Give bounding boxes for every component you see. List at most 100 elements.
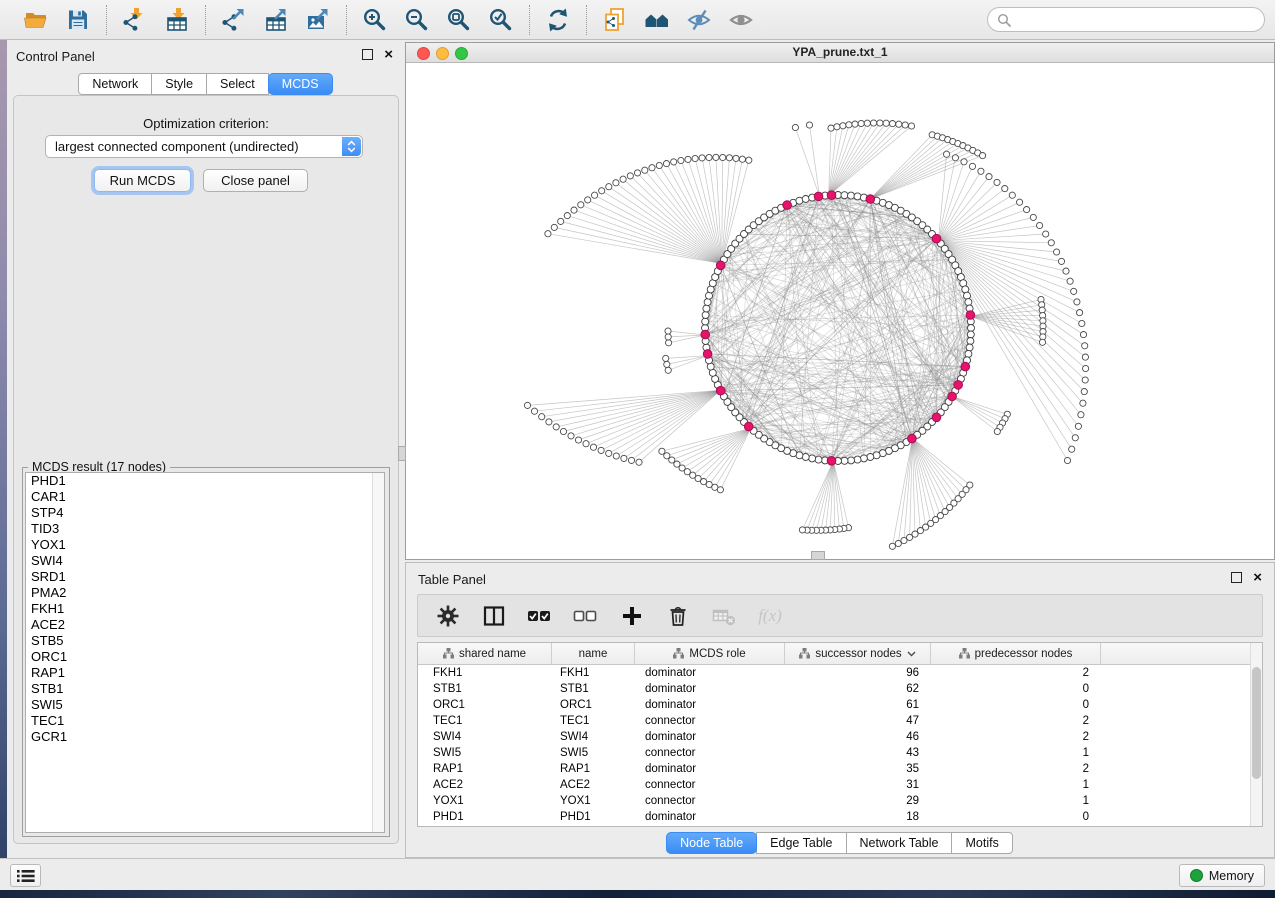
tab-node-table[interactable]: Node Table [666,832,757,854]
mcds-result-item[interactable]: STB5 [26,633,384,649]
run-mcds-button[interactable]: Run MCDS [94,169,191,192]
status-bar: Memory [0,858,1275,890]
mcds-result-item[interactable]: PHD1 [26,473,384,489]
tab-style[interactable]: Style [151,73,207,95]
column-header-predecessor-nodes[interactable]: predecessor nodes [931,643,1101,664]
tab-motifs[interactable]: Motifs [951,832,1012,854]
float-panel-icon[interactable] [362,49,373,60]
column-header-MCDS-role[interactable]: MCDS role [635,643,785,664]
task-history-button[interactable] [10,864,41,887]
first-neighbors-button[interactable] [638,4,676,36]
show-all-button[interactable] [722,4,760,36]
window-zoom-traffic-light[interactable] [455,47,468,60]
add-column-button[interactable] [619,603,645,629]
delete-column-button[interactable] [665,603,691,629]
import-network-button[interactable] [116,4,154,36]
search-input[interactable] [1017,12,1255,28]
tab-network-table[interactable]: Network Table [846,832,953,854]
mcds-result-item[interactable]: ACE2 [26,617,384,633]
toolbar-icon-groups [10,4,767,36]
mcds-result-item[interactable]: SWI5 [26,697,384,713]
close-panel-icon[interactable]: × [384,49,393,60]
dropdown-stepper-icon[interactable] [342,137,361,156]
tab-edge-table[interactable]: Edge Table [756,832,846,854]
duplicate-network-button[interactable] [596,4,634,36]
mcds-result-item[interactable]: TID3 [26,521,384,537]
cell-predecessor-nodes: 2 [931,763,1101,775]
zoom-selected-button[interactable] [482,4,520,36]
close-panel-button[interactable]: Close panel [203,169,308,192]
table-row-ACE2[interactable]: ACE2ACE2connector311 [418,777,1262,793]
table-scrollbar-thumb[interactable] [1252,667,1261,779]
table-row-ORC1[interactable]: ORC1ORC1dominator610 [418,697,1262,713]
select-all-button[interactable] [527,603,553,629]
mcds-list-scrollbar[interactable] [372,473,384,832]
export-table-button[interactable] [257,4,295,36]
export-network-button[interactable] [215,4,253,36]
mcds-result-item[interactable]: RAP1 [26,665,384,681]
float-table-panel-icon[interactable] [1231,572,1242,583]
export-image-button[interactable] [299,4,337,36]
tab-mcds[interactable]: MCDS [268,73,333,95]
column-header-successor-nodes[interactable]: successor nodes [785,643,931,664]
cell-successor-nodes: 31 [785,779,931,791]
zoom-fit-button[interactable] [440,4,478,36]
show-columns-button[interactable] [481,603,507,629]
tab-select[interactable]: Select [206,73,269,95]
mcds-result-item[interactable]: STB1 [26,681,384,697]
criterion-dropdown[interactable]: largest connected component (undirected) [45,135,363,158]
cell-predecessor-nodes: 1 [931,779,1101,791]
function-builder-button: f(x) [757,603,783,629]
refresh-button[interactable] [539,4,577,36]
table-row-STB1[interactable]: STB1STB1dominator620 [418,681,1262,697]
column-header-shared-name[interactable]: shared name [418,643,552,664]
hide-selected-button[interactable] [680,4,718,36]
mcds-result-list[interactable]: PHD1CAR1STP4TID3YOX1SWI4SRD1PMA2FKH1ACE2… [25,472,385,833]
close-table-panel-icon[interactable]: × [1253,572,1262,583]
table-scrollbar[interactable] [1250,643,1262,826]
mcds-result-item[interactable]: FKH1 [26,601,384,617]
function-builder-icon: f(x) [758,606,782,626]
mcds-result-item[interactable]: CAR1 [26,489,384,505]
mcds-result-groupbox: MCDS result (17 nodes) PHD1CAR1STP4TID3Y… [22,467,390,837]
zoom-in-button[interactable] [356,4,394,36]
mcds-result-item[interactable]: YOX1 [26,537,384,553]
column-header-label: name [579,648,608,660]
open-file-button[interactable] [17,4,55,36]
window-minimize-traffic-light[interactable] [436,47,449,60]
network-canvas[interactable] [406,62,1274,559]
first-neighbors-icon [644,7,670,33]
vertical-splitter-handle[interactable] [398,446,406,461]
network-window-titlebar[interactable]: YPA_prune.txt_1 [406,43,1274,63]
cell-predecessor-nodes: 2 [931,731,1101,743]
tab-network[interactable]: Network [78,73,152,95]
hide-selected-icon [686,7,712,33]
table-row-PHD1[interactable]: PHD1PHD1dominator180 [418,809,1262,825]
table-row-SWI5[interactable]: SWI5SWI5connector431 [418,745,1262,761]
table-row-FKH1[interactable]: FKH1FKH1dominator962 [418,665,1262,681]
save-session-button[interactable] [59,4,97,36]
node-table[interactable]: shared name name MCDS rolesuccessor nodesp… [417,642,1263,827]
mcds-result-item[interactable]: ORC1 [26,649,384,665]
window-close-traffic-light[interactable] [417,47,430,60]
search-box[interactable] [987,7,1265,32]
memory-button[interactable]: Memory [1179,864,1265,887]
mcds-result-item[interactable]: TEC1 [26,713,384,729]
horizontal-splitter-handle[interactable] [811,551,825,560]
attribute-tree-icon [959,648,970,659]
table-row-TEC1[interactable]: TEC1TEC1connector472 [418,713,1262,729]
zoom-out-button[interactable] [398,4,436,36]
import-table-button[interactable] [158,4,196,36]
mcds-result-item[interactable]: PMA2 [26,585,384,601]
table-row-RAP1[interactable]: RAP1RAP1dominator352 [418,761,1262,777]
deselect-all-button[interactable] [573,603,599,629]
network-window-title: YPA_prune.txt_1 [792,45,887,59]
column-header-name[interactable]: name [552,643,635,664]
table-mode-gear-button[interactable] [435,603,461,629]
table-row-SWI4[interactable]: SWI4SWI4dominator462 [418,729,1262,745]
mcds-result-item[interactable]: SWI4 [26,553,384,569]
table-row-YOX1[interactable]: YOX1YOX1connector291 [418,793,1262,809]
mcds-result-item[interactable]: GCR1 [26,729,384,745]
mcds-result-item[interactable]: STP4 [26,505,384,521]
mcds-result-item[interactable]: SRD1 [26,569,384,585]
